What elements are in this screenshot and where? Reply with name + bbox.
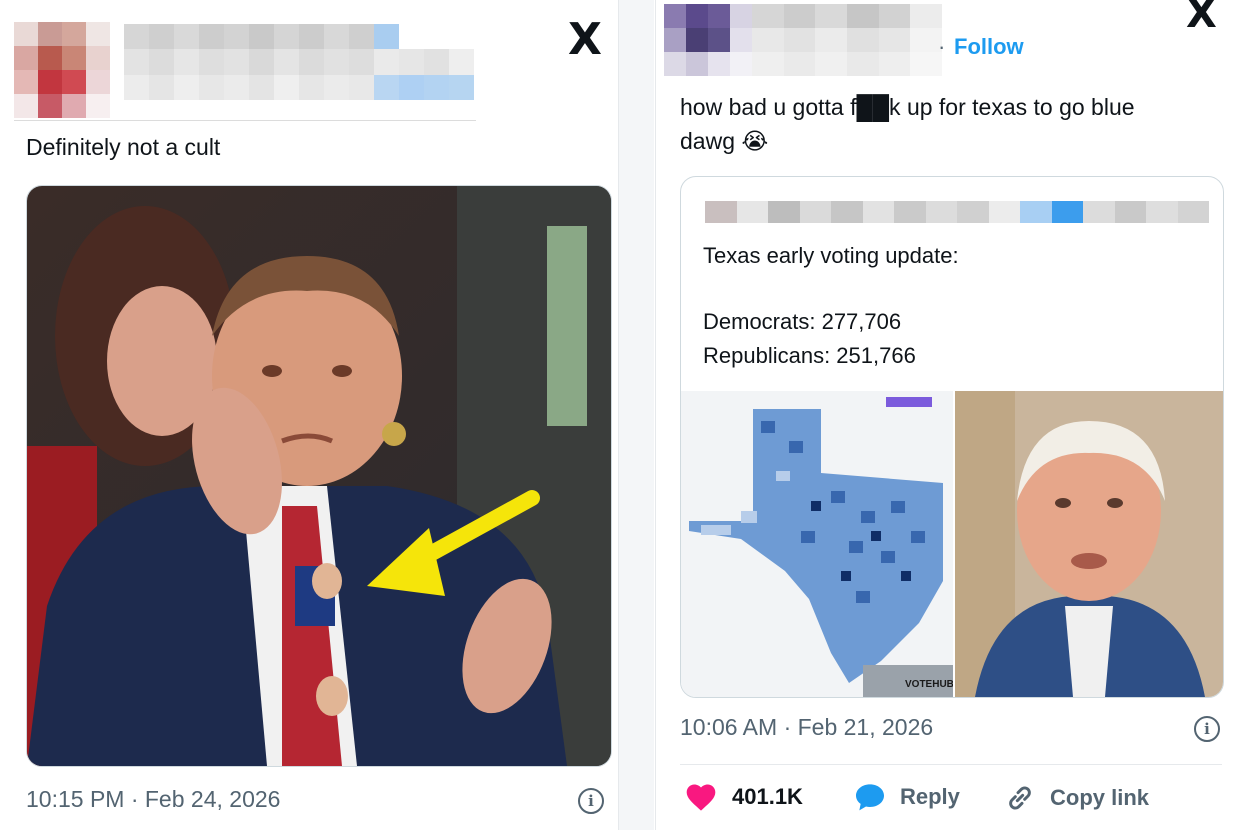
reply-bubble-icon [856,784,884,811]
tweet-photo[interactable] [26,185,612,767]
quote-line1: Texas early voting update: [703,243,959,268]
censored-avatar [664,4,752,76]
tweet-card-left: X Definitely not a cult 10:15 PM · Feb 2… [0,0,619,830]
photo-illustration [27,186,611,766]
actions-divider [680,764,1222,765]
gutter [619,0,654,830]
tweet-text: Definitely not a cult [26,134,221,160]
quote-line3: Republicans: 251,766 [703,343,916,368]
heart-icon [686,784,716,811]
reply-label: Reply [900,784,960,809]
tweet-card-right: · Follow X how bad u gotta f██k up for t… [655,0,1250,830]
info-icon[interactable]: i [1194,716,1220,742]
censored-username [124,24,474,100]
info-icon[interactable]: i [578,788,604,814]
like-button[interactable]: 401.1K [684,782,803,812]
separator-dot: · [938,34,946,59]
tweet-text-line2: dawg 😭 [680,128,769,154]
follow-button[interactable]: Follow [954,34,1024,60]
tweet-timestamp[interactable]: 10:06 AM · Feb 21, 2026 [680,714,933,741]
link-icon [1009,786,1031,810]
reply-button[interactable]: Reply [854,782,960,812]
x-logo-icon[interactable]: X [568,18,602,62]
censored-quote-author [705,201,1209,223]
tweet-timestamp[interactable]: 10:15 PM · Feb 24, 2026 [26,786,280,813]
header-underline [14,120,476,121]
x-logo-icon[interactable]: X [1186,0,1217,34]
map-watermark: VOTEHUB [905,679,953,690]
texas-map-image[interactable]: VOTEHUB [681,391,953,697]
quote-line2: Democrats: 277,706 [703,309,902,334]
tweet-text-line1: how bad u gotta f██k up for texas to go … [680,94,1135,120]
copy-link-label: Copy link [1050,785,1150,810]
censored-username [752,4,942,76]
quoted-tweet[interactable]: Texas early voting update: Democrats: 27… [680,176,1224,698]
portrait-image[interactable] [955,391,1223,697]
copy-link-button[interactable]: Copy link [1004,782,1149,814]
censored-avatar [14,22,110,118]
like-count: 401.1K [732,784,803,809]
